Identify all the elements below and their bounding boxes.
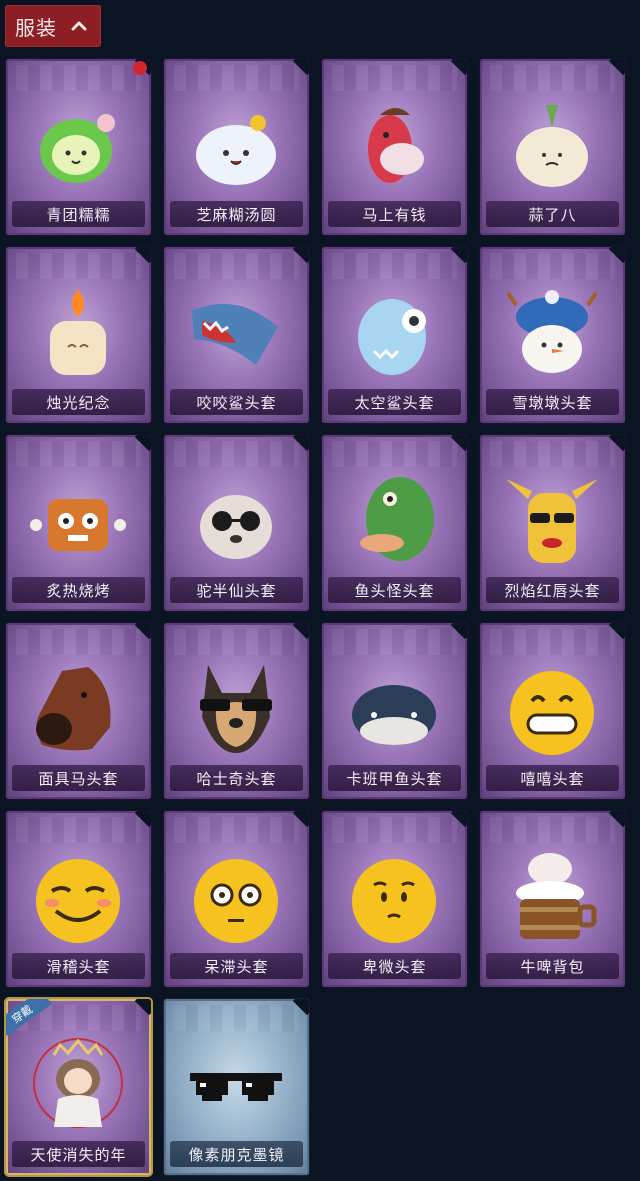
item-card[interactable]: 牛啤背包 — [480, 811, 625, 987]
husky-icon — [200, 665, 272, 753]
item-label: 太空鲨头套 — [354, 393, 435, 412]
item-label: 炙热烧烤 — [46, 581, 111, 600]
item-label: 雪墩墩头套 — [512, 393, 593, 412]
whale-icon — [352, 685, 436, 745]
space-shark-icon — [358, 299, 426, 375]
grin-emoji-icon — [510, 671, 594, 755]
shark-icon — [192, 303, 278, 365]
item-label: 烈焰红唇头套 — [504, 581, 601, 600]
item-card[interactable]: 马上有钱 — [322, 59, 467, 235]
raccoon-sunglasses-icon — [200, 495, 272, 559]
humble-emoji-icon — [352, 859, 436, 943]
snowman-icon — [506, 290, 598, 373]
candle-icon — [50, 289, 106, 375]
item-card[interactable]: 卑微头套 — [322, 811, 467, 987]
new-item-badge — [133, 61, 147, 75]
item-label: 卡班甲鱼头套 — [346, 769, 443, 788]
item-label: 呆滞头套 — [204, 957, 269, 976]
red-horse-icon — [368, 108, 424, 183]
item-card[interactable]: 蒜了八 — [480, 59, 625, 235]
item-label: 滑稽头套 — [46, 957, 111, 976]
white-dumpling-icon — [196, 115, 276, 185]
angel-girl-icon — [33, 1038, 123, 1128]
item-label: 哈士奇头套 — [196, 769, 277, 788]
green-mochi-icon — [40, 114, 115, 183]
item-label: 像素朋克墨镜 — [188, 1145, 285, 1164]
item-label: 面具马头套 — [38, 769, 119, 788]
item-card-equipped[interactable]: 穿戴 天使消失的年 — [6, 999, 151, 1175]
item-label: 青团糯糯 — [46, 205, 111, 224]
item-card[interactable]: 雪墩墩头套 — [480, 247, 625, 423]
item-card[interactable]: 嘻嘻头套 — [480, 623, 625, 799]
worn-label: 穿戴 — [9, 1002, 36, 1027]
item-label: 烛光纪念 — [46, 393, 111, 412]
item-card[interactable]: 像素朋克墨镜 — [164, 999, 309, 1175]
smirk-emoji-icon — [36, 859, 120, 943]
item-card[interactable]: 烈焰红唇头套 — [480, 435, 625, 611]
item-card[interactable]: 面具马头套 — [6, 623, 151, 799]
item-label: 天使消失的年 — [30, 1145, 127, 1164]
item-label: 驼半仙头套 — [196, 581, 277, 600]
item-label: 咬咬鲨头套 — [196, 393, 277, 412]
item-label: 鱼头怪头套 — [354, 581, 435, 600]
item-label: 嘻嘻头套 — [520, 769, 585, 788]
pixel-sunglasses-icon — [190, 1073, 282, 1101]
item-card[interactable]: 烛光纪念 — [6, 247, 151, 423]
item-card[interactable]: 呆滞头套 — [164, 811, 309, 987]
horse-mask-icon — [36, 667, 111, 751]
item-card[interactable]: 卡班甲鱼头套 — [322, 623, 467, 799]
item-card[interactable]: 芝麻糊汤圆 — [164, 59, 309, 235]
item-label: 卑微头套 — [362, 957, 427, 976]
item-card[interactable]: 滑稽头套 — [6, 811, 151, 987]
yellow-mask-icon — [506, 479, 598, 563]
garlic-icon — [516, 105, 588, 187]
bbq-meat-icon — [30, 499, 126, 551]
item-label: 蒜了八 — [528, 205, 577, 224]
item-label: 马上有钱 — [362, 205, 427, 224]
item-label: 牛啤背包 — [520, 957, 585, 976]
item-card[interactable]: 鱼头怪头套 — [322, 435, 467, 611]
item-card[interactable]: 驼半仙头套 — [164, 435, 309, 611]
item-card[interactable]: 咬咬鲨头套 — [164, 247, 309, 423]
costume-grid: 青团糯糯 芝麻糊汤圆 马上有钱 蒜了八 烛光纪念 咬咬鲨头套 太空鲨头套 雪墩墩… — [0, 0, 640, 1181]
item-card[interactable]: 哈士奇头套 — [164, 623, 309, 799]
item-card[interactable]: 炙热烧烤 — [6, 435, 151, 611]
item-card[interactable]: 青团糯糯 — [6, 59, 151, 235]
blank-emoji-icon — [194, 859, 278, 943]
item-label: 芝麻糊汤圆 — [196, 205, 277, 224]
cow-barrel-icon — [516, 853, 597, 939]
fish-head-icon — [360, 477, 434, 561]
item-card[interactable]: 太空鲨头套 — [322, 247, 467, 423]
